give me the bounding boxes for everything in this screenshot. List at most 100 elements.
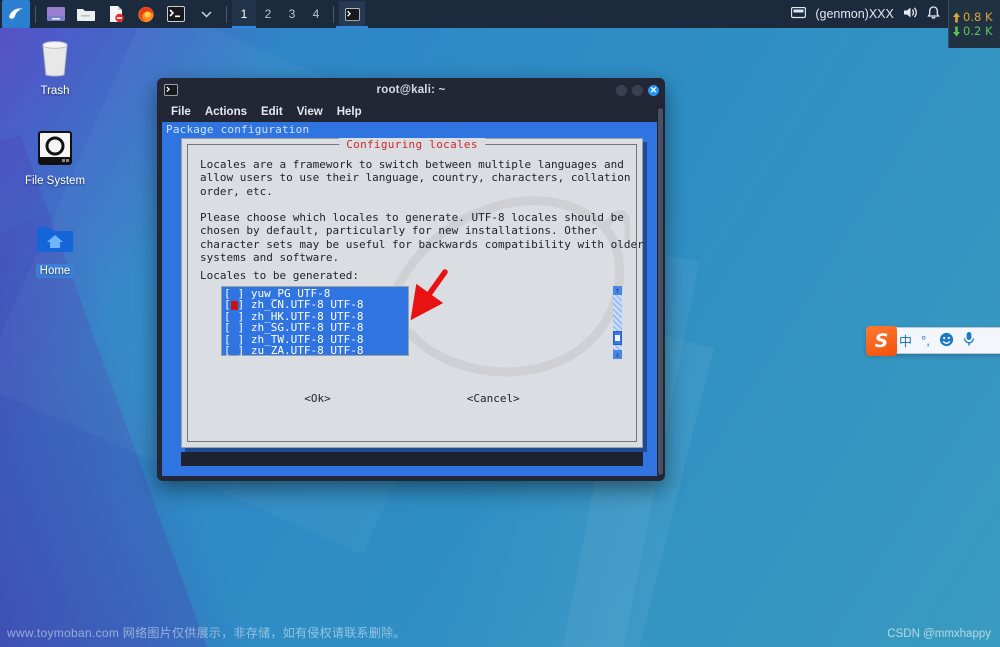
locale-checkbox[interactable]: [ bbox=[224, 322, 231, 334]
network-upload-value: 0.8 K bbox=[963, 10, 993, 24]
dialog-paragraph-2: Please choose which locales to generate.… bbox=[200, 211, 644, 265]
chevron-down-icon bbox=[200, 11, 212, 18]
smiley-icon[interactable] bbox=[939, 332, 954, 350]
menu-view[interactable]: View bbox=[297, 106, 323, 118]
terminal-title-text: root@kali: ~ bbox=[376, 84, 446, 96]
network-download-row: 0.2 K bbox=[952, 24, 1000, 38]
window-controls: ✕ bbox=[616, 84, 659, 96]
network-upload-row: 0.8 K bbox=[952, 10, 1000, 24]
dialog-inner-frame: Configuring locales Locales are a framew… bbox=[187, 138, 644, 442]
genmon-label[interactable]: (genmon)XXX bbox=[815, 7, 894, 21]
locale-label: zu_ZA.UTF-8 UTF-8 bbox=[250, 343, 364, 357]
close-button[interactable]: ✕ bbox=[648, 84, 659, 96]
terminal-icon bbox=[344, 7, 360, 21]
kali-applications-menu-button[interactable] bbox=[2, 0, 30, 28]
workspace-1[interactable]: 1 bbox=[232, 0, 256, 28]
locale-checkbox[interactable]: [ bbox=[224, 345, 231, 357]
locales-scrollbar[interactable]: ↑ ↓ bbox=[613, 286, 622, 359]
microphone-icon[interactable] bbox=[963, 331, 975, 350]
scrollbar-down-arrow[interactable]: ↓ bbox=[613, 350, 622, 359]
panel-divider bbox=[35, 5, 36, 23]
configuring-locales-dialog[interactable]: Configuring locales Locales are a framew… bbox=[181, 138, 644, 448]
locales-listbox[interactable]: [] yuw_PG UTF-8 [] zh_CN.UTF-8 UTF-8 [] … bbox=[221, 286, 409, 356]
task-button-terminal[interactable] bbox=[336, 1, 368, 28]
launcher-terminal[interactable] bbox=[163, 1, 189, 27]
file-manager-icon bbox=[77, 9, 95, 21]
ok-button[interactable]: <Ok> bbox=[301, 391, 334, 406]
ime-punctuation-toggle[interactable]: °, bbox=[921, 333, 930, 348]
watermark-left: www.toymoban.com 网络图片仅供展示，非存储，如有侵权请联系删除。 bbox=[7, 626, 406, 640]
trash-icon bbox=[33, 36, 77, 80]
dialog-title: Configuring locales bbox=[339, 138, 485, 151]
menu-actions[interactable]: Actions bbox=[205, 106, 247, 118]
download-arrow-icon bbox=[953, 26, 960, 36]
locale-check-mark bbox=[231, 289, 238, 298]
locale-row[interactable]: [] zh_SG.UTF-8 UTF-8 bbox=[224, 321, 408, 335]
dialog-body-text: Locales are a framework to switch betwee… bbox=[200, 158, 644, 264]
desktop-icon-trash[interactable]: Trash bbox=[9, 36, 101, 98]
scrollbar-thumb[interactable] bbox=[613, 331, 622, 345]
desktop-icon-label: File System bbox=[24, 175, 86, 187]
desktop-icon-label: Trash bbox=[40, 85, 70, 97]
terminal-scrollbar[interactable] bbox=[657, 106, 664, 477]
terminal-blank-strip bbox=[181, 452, 643, 466]
desktop-icon-file-system[interactable]: File System bbox=[9, 126, 101, 188]
locale-check-mark bbox=[231, 335, 238, 344]
menu-file[interactable]: File bbox=[171, 106, 191, 118]
watermark-right: CSDN @mmxhappy bbox=[887, 628, 991, 640]
locale-check-mark bbox=[231, 346, 238, 355]
menu-edit[interactable]: Edit bbox=[261, 106, 283, 118]
locale-check-mark bbox=[231, 323, 238, 332]
ime-mode-chinese[interactable]: 中 bbox=[899, 331, 912, 350]
package-configuration-header: Package configuration bbox=[162, 122, 660, 138]
locale-label: zh_SG.UTF-8 UTF-8 bbox=[250, 321, 364, 335]
launcher-firefox[interactable] bbox=[133, 1, 159, 27]
menu-help[interactable]: Help bbox=[337, 106, 362, 118]
taskbar bbox=[336, 1, 368, 28]
scrollbar-up-arrow[interactable]: ↑ bbox=[613, 286, 622, 295]
launcher-workspace-switcher[interactable] bbox=[43, 1, 69, 27]
launcher-text-editor[interactable] bbox=[103, 1, 129, 27]
sogou-logo-icon[interactable]: S bbox=[866, 326, 897, 356]
dialog-buttons: <Ok> <Cancel> bbox=[188, 391, 636, 406]
locale-check-mark bbox=[231, 312, 238, 321]
terminal-window[interactable]: root@kali: ~ ✕ File Actions Edit View He… bbox=[157, 78, 665, 481]
firefox-icon bbox=[138, 6, 154, 23]
desktop-icon-label: Home bbox=[35, 264, 75, 278]
workspace-2[interactable]: 2 bbox=[256, 0, 280, 28]
panel-divider bbox=[333, 5, 334, 23]
cancel-button[interactable]: <Cancel> bbox=[464, 391, 523, 406]
display-icon[interactable] bbox=[791, 6, 807, 22]
launcher-file-manager[interactable] bbox=[73, 1, 99, 27]
top-panel: 1 2 3 4 (genmon)XXX bbox=[0, 0, 1000, 28]
network-download-value: 0.2 K bbox=[963, 24, 993, 38]
network-monitor-widget[interactable]: 0.8 K 0.2 K bbox=[948, 0, 1000, 48]
panel-launchers bbox=[41, 0, 221, 28]
panel-divider bbox=[226, 5, 227, 23]
home-folder-icon bbox=[33, 216, 77, 260]
terminal-scrollbar-thumb[interactable] bbox=[658, 108, 663, 475]
file-system-icon bbox=[33, 126, 77, 170]
workspace-list: 1 2 3 4 bbox=[232, 0, 328, 28]
workspace-4[interactable]: 4 bbox=[304, 0, 328, 28]
speaker-icon[interactable] bbox=[903, 6, 918, 22]
locale-row[interactable]: [] zu_ZA.UTF-8 UTF-8 bbox=[224, 343, 408, 357]
dialog-paragraph-1: Locales are a framework to switch betwee… bbox=[200, 158, 631, 198]
workspace-switcher-icon bbox=[47, 7, 65, 21]
desktop-icon-home[interactable]: Home bbox=[9, 216, 101, 278]
bell-icon[interactable] bbox=[927, 5, 940, 23]
launcher-dropdown[interactable] bbox=[193, 1, 219, 27]
locale-check-mark bbox=[230, 300, 238, 310]
terminal-icon bbox=[167, 6, 185, 22]
maximize-button[interactable] bbox=[632, 84, 643, 96]
locales-list-label: Locales to be generated: bbox=[200, 269, 359, 282]
sogou-ime-toolbar[interactable]: S 中 °, bbox=[866, 326, 1000, 356]
minimize-button[interactable] bbox=[616, 84, 627, 96]
workspace-3[interactable]: 3 bbox=[280, 0, 304, 28]
upload-arrow-icon bbox=[953, 12, 960, 22]
terminal-titlebar[interactable]: root@kali: ~ ✕ bbox=[157, 78, 665, 102]
terminal-content[interactable]: Package configuration Configuring locale… bbox=[162, 122, 660, 476]
kali-dragon-icon bbox=[9, 8, 23, 19]
text-editor-icon bbox=[110, 6, 124, 23]
terminal-menubar: File Actions Edit View Help bbox=[157, 102, 665, 122]
